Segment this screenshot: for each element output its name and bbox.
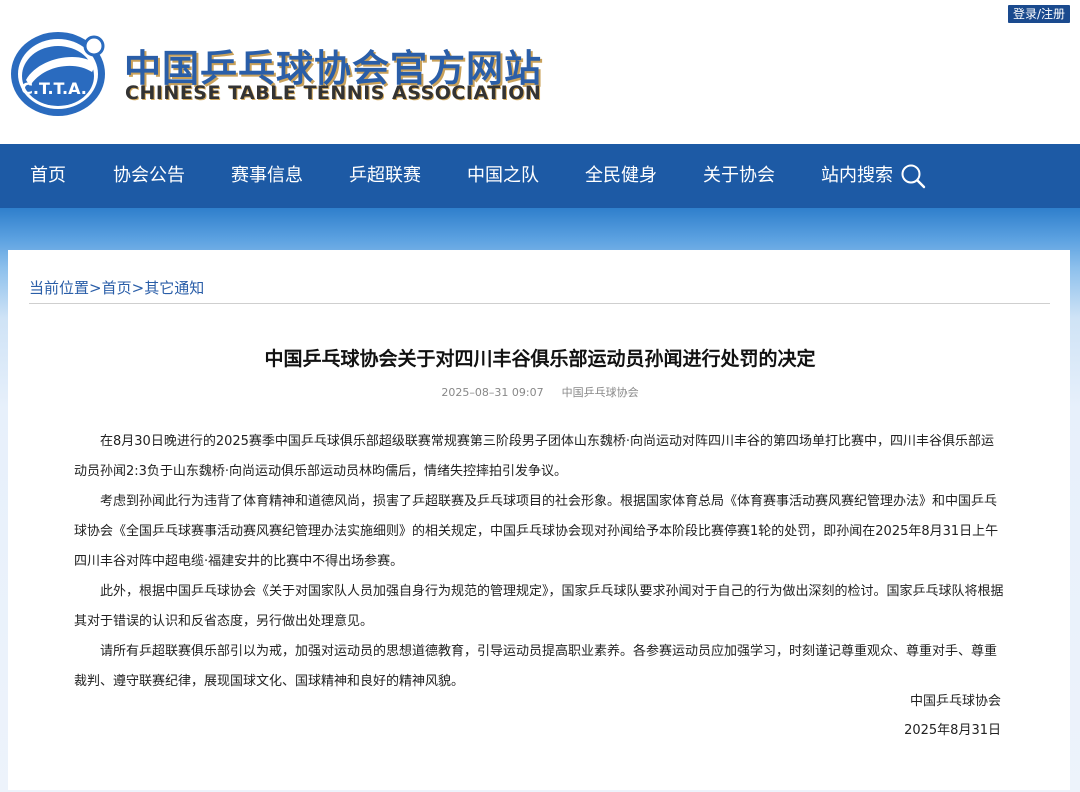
search-icon[interactable] [900,163,926,189]
article-paragraph: 在8月30日晚进行的2025赛季中国乒乓球俱乐部超级联赛常规赛第三阶段男子团体山… [74,434,995,479]
nav-announcements[interactable]: 协会公告 [113,144,185,208]
site-title-en: CHINESE TABLE TENNIS ASSOCIATION [125,82,542,104]
nav-home[interactable]: 首页 [30,144,66,208]
article-source: 中国乒乓球协会 [561,386,639,399]
logo-text: C.T.T.A. [21,79,87,98]
breadcrumb-other-notices[interactable]: 其它通知 [144,279,204,297]
article-signature: 中国乒乓球协会 [909,694,1001,709]
article-paragraph: 请所有乒超联赛俱乐部引以为戒，加强对运动员的思想道德教育，引导运动员提高职业素养… [74,644,998,689]
nav-china-team[interactable]: 中国之队 [467,144,539,208]
article-sign-date: 2025年8月31日 [904,723,1001,738]
breadcrumb-prefix: 当前位置 [29,279,90,297]
article-date: 2025–08–31 09:07 [441,386,544,399]
nav-site-search[interactable]: 站内搜索 [821,144,893,208]
article-paragraph: 考虑到孙闻此行为违背了体育精神和道德风尚，损害了乒超联赛及乒乓球项目的社会形象。… [74,494,999,569]
article-body: 在8月30日晚进行的2025赛季中国乒乓球俱乐部超级联赛常规赛第三阶段男子团体山… [74,427,1004,697]
nav-events[interactable]: 赛事信息 [231,144,303,208]
breadcrumb-separator: > [89,279,102,297]
nav-super-league[interactable]: 乒超联赛 [349,144,421,208]
article-meta: 2025–08–31 09:07 中国乒乓球协会 [0,384,1080,400]
ctta-logo-icon[interactable]: C.T.T.A. [8,28,110,118]
breadcrumb-divider [29,303,1050,304]
article-title: 中国乒乓球协会关于对四川丰谷俱乐部运动员孙闻进行处罚的决定 [264,348,816,370]
article-paragraph: 此外，根据中国乒乓球协会《关于对国家队人员加强自身行为规范的管理规定》，国家乒乓… [74,584,1004,629]
breadcrumb-separator: > [131,279,145,297]
login-register-button[interactable]: 登录/注册 [1007,5,1070,23]
nav-about[interactable]: 关于协会 [703,144,775,208]
nav-fitness[interactable]: 全民健身 [585,144,657,208]
breadcrumb: 当前位置>首页>其它通知 [29,277,204,298]
breadcrumb-home[interactable]: 首页 [102,279,132,297]
site-header: 登录/注册 C.T.T.A. 中国乒乓球协会官方网站 CHINESE TABLE… [0,0,1080,144]
